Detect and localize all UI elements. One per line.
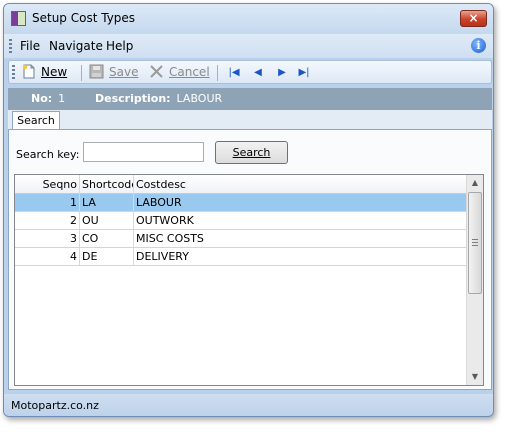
scrollbar-grip-icon (472, 239, 478, 246)
cell-shortcode: CO (80, 230, 134, 247)
search-button[interactable]: Search (215, 141, 288, 164)
cell-seqno: 1 (15, 194, 80, 211)
close-button[interactable]: × (460, 10, 487, 27)
cell-shortcode: OU (80, 212, 134, 229)
record-no-label: No: (31, 92, 53, 105)
record-description-value: LABOUR (176, 92, 223, 105)
table-row[interactable]: 3 CO MISC COSTS (15, 230, 467, 248)
toolbar-separator (217, 65, 218, 81)
cell-seqno: 3 (15, 230, 80, 247)
scrollbar-thumb[interactable] (468, 192, 482, 294)
grid-header-row: Seqno Shortcode Costdesc (15, 175, 467, 194)
info-icon[interactable]: i (471, 38, 486, 53)
scroll-down-arrow-icon[interactable]: ▼ (467, 369, 483, 385)
column-header-seqno[interactable]: Seqno (15, 175, 80, 194)
record-description: Description: LABOUR (95, 88, 222, 110)
record-no-value: 1 (58, 92, 66, 105)
menu-help[interactable]: Help (106, 39, 133, 53)
cell-costdesc: MISC COSTS (136, 232, 204, 245)
search-key-label: Search key: (16, 148, 80, 161)
cancel-x-icon (149, 64, 165, 79)
first-record-icon[interactable]: |◀ (228, 66, 240, 79)
search-key-input[interactable] (83, 142, 204, 162)
cell-seqno: 4 (15, 248, 80, 265)
new-button[interactable]: New (21, 64, 67, 81)
tab-strip: Search (8, 110, 492, 131)
table-row[interactable]: 1 LA LABOUR (15, 194, 467, 212)
scroll-up-arrow-icon[interactable]: ▲ (467, 175, 483, 191)
column-header-costdesc[interactable]: Costdesc (134, 175, 467, 194)
cell-costdesc: LABOUR (136, 196, 182, 209)
cancel-button[interactable]: Cancel (149, 64, 210, 81)
new-document-icon (21, 64, 37, 79)
status-bar: Motopartz.co.nz (4, 394, 493, 416)
record-header: No: 1 Description: LABOUR (8, 88, 492, 110)
cancel-label: Cancel (169, 65, 210, 79)
setup-cost-types-window: Setup Cost Types × File Navigate Help i … (3, 3, 494, 417)
save-disk-icon (89, 64, 105, 79)
search-panel: Search key: Search Seqno Shortcode Costd… (8, 129, 492, 390)
vertical-scrollbar[interactable]: ▲ ▼ (466, 175, 483, 385)
menu-file[interactable]: File (20, 39, 40, 53)
window-title: Setup Cost Types (32, 11, 136, 25)
cell-costdesc: DELIVERY (136, 250, 189, 263)
menu-navigate[interactable]: Navigate (49, 39, 103, 53)
tab-search[interactable]: Search (12, 111, 60, 131)
menu-bar: File Navigate Help i (4, 34, 493, 58)
title-bar[interactable]: Setup Cost Types × (4, 4, 493, 34)
toolbar-separator (81, 65, 82, 81)
column-header-shortcode[interactable]: Shortcode (80, 175, 134, 194)
previous-record-icon[interactable]: ◀ (252, 66, 264, 79)
new-label: New (41, 65, 68, 79)
menu-grip-icon (9, 39, 12, 53)
status-text: Motopartz.co.nz (11, 399, 99, 412)
cell-shortcode: LA (80, 194, 134, 211)
save-label: Save (109, 65, 139, 79)
record-description-label: Description: (95, 92, 171, 105)
table-row[interactable]: 2 OU OUTWORK (15, 212, 467, 230)
app-icon (11, 11, 26, 26)
record-no: No: 1 (31, 88, 65, 110)
table-row[interactable]: 4 DE DELIVERY (15, 248, 467, 266)
toolbar: New Save Cancel |◀ ◀ ▶ ▶| (8, 60, 492, 84)
cell-seqno: 2 (15, 212, 80, 229)
next-record-icon[interactable]: ▶ (276, 66, 288, 79)
cell-shortcode: DE (80, 248, 134, 265)
last-record-icon[interactable]: ▶| (298, 66, 310, 79)
cost-types-grid: Seqno Shortcode Costdesc 1 LA LABOUR 2 O… (14, 174, 484, 386)
save-button[interactable]: Save (89, 64, 138, 81)
toolbar-grip-icon (12, 65, 15, 79)
cell-costdesc: OUTWORK (136, 214, 194, 227)
